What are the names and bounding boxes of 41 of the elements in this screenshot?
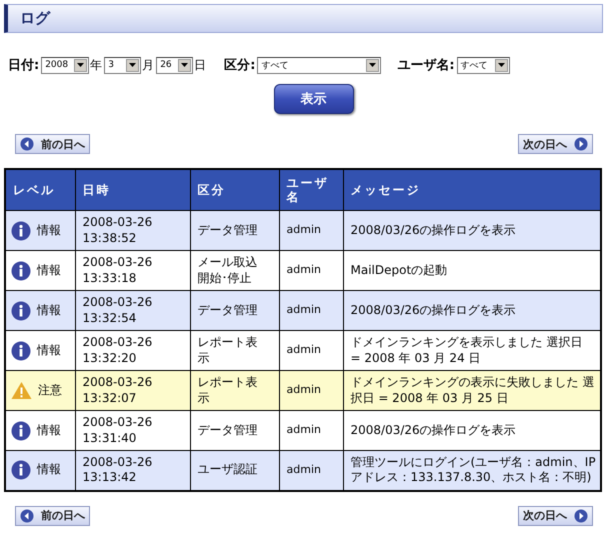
column-header: ユーザ名: [279, 169, 343, 210]
level-text: 情報: [37, 462, 61, 478]
dropdown[interactable]: すべて: [257, 56, 382, 74]
info-icon: [11, 220, 31, 240]
previous-day-button[interactable]: 前の日へ: [15, 506, 90, 526]
warning-icon: [11, 381, 32, 400]
dropdown-arrow-icon: [498, 63, 505, 67]
level-text: 情報: [37, 262, 61, 278]
dropdown-arrow-icon: [369, 63, 376, 67]
level-text: 情報: [37, 342, 61, 358]
next-day-button[interactable]: 次の日へ: [518, 506, 593, 526]
level-text: 注意: [38, 382, 62, 398]
filter-label: 日付:: [8, 57, 40, 74]
dropdown-arrow-icon: [77, 63, 84, 67]
level-text: 情報: [37, 222, 61, 238]
level-text: 情報: [37, 422, 61, 438]
info-icon: [11, 340, 31, 360]
level-text: 情報: [37, 302, 61, 318]
info-icon: [11, 420, 31, 440]
dropdown[interactable]: すべて: [456, 56, 510, 74]
info-icon: [11, 460, 31, 480]
unit-label: 日: [194, 56, 206, 74]
dropdown[interactable]: 3: [104, 56, 142, 74]
column-header: レベル: [5, 169, 75, 210]
filter-label: ユーザ名:: [397, 57, 455, 74]
show-button[interactable]: 表示: [274, 84, 354, 114]
column-header: 日時: [75, 169, 190, 210]
dropdown-arrow-icon: [129, 63, 136, 67]
filter-label: 区分:: [224, 57, 256, 74]
dropdown-arrow-icon: [181, 63, 188, 67]
info-icon: [11, 300, 31, 320]
previous-day-button[interactable]: 前の日へ: [15, 134, 90, 154]
column-header: 区分: [190, 169, 279, 210]
dropdown[interactable]: 26: [156, 56, 194, 74]
dropdown[interactable]: 2008: [41, 56, 90, 74]
column-header: メッセージ: [343, 169, 601, 210]
next-day-button[interactable]: 次の日へ: [518, 134, 593, 154]
unit-label: 月: [142, 56, 154, 74]
page-title: ログ: [20, 9, 50, 28]
info-icon: [11, 260, 31, 280]
unit-label: 年: [90, 56, 102, 74]
